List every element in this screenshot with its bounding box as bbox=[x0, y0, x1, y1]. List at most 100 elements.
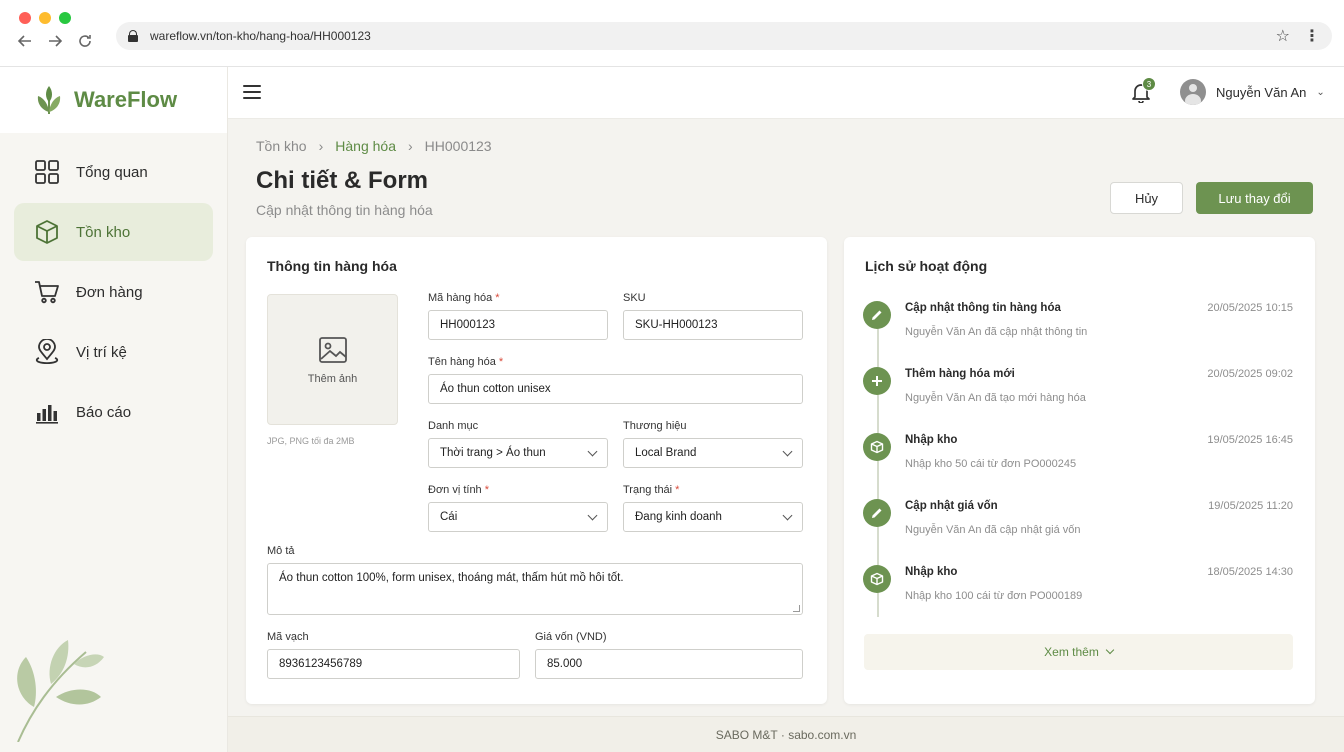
brand-label: Thương hiệu bbox=[623, 420, 687, 432]
leaf-decoration-icon bbox=[17, 640, 104, 742]
url-text[interactable]: wareflow.vn/ton-kho/hang-hoa/HH000123 bbox=[150, 29, 1276, 43]
chevron-down-icon bbox=[587, 446, 598, 456]
description-label: Mô tả bbox=[267, 545, 295, 557]
user-name: Nguyễn Văn An bbox=[1216, 84, 1307, 100]
history-item-title: Nhập kho bbox=[905, 566, 958, 578]
history-item-sub: Nguyễn Văn An đã cập nhật thông tin bbox=[905, 326, 1088, 338]
chevron-down-icon bbox=[782, 446, 793, 456]
box-icon bbox=[36, 220, 58, 244]
user-menu[interactable]: Nguyễn Văn An ⌄ bbox=[1180, 79, 1325, 105]
description-textarea[interactable]: Áo thun cotton 100%, form unisex, thoáng… bbox=[267, 563, 803, 615]
reload-icon[interactable] bbox=[74, 30, 96, 52]
unit-select[interactable]: Cái bbox=[428, 502, 608, 532]
barcode-label: Mã vạch bbox=[267, 631, 309, 643]
image-upload-dropzone[interactable]: Thêm ảnh bbox=[267, 294, 398, 425]
breadcrumb-item[interactable]: Tồn kho bbox=[256, 138, 307, 154]
cart-icon bbox=[35, 281, 59, 304]
sidebar-item-label: Đơn hàng bbox=[76, 283, 143, 301]
category-select[interactable]: Thời trang > Áo thun bbox=[428, 438, 608, 468]
footer: SABO M&T · sabo.com.vn bbox=[228, 716, 1344, 752]
forward-icon[interactable] bbox=[44, 30, 66, 52]
top-header: 3 Nguyễn Văn An ⌄ bbox=[228, 67, 1344, 119]
history-item-time: 19/05/2025 11:20 bbox=[1208, 500, 1293, 512]
history-item: Nhập kho Nhập kho 50 cái từ đơn PO000245… bbox=[863, 433, 1293, 483]
card-title: Lịch sử hoạt động bbox=[865, 258, 988, 274]
name-input[interactable]: Áo thun cotton unisex bbox=[428, 374, 803, 404]
sidebar-item-label: Tồn kho bbox=[76, 223, 131, 241]
category-label: Danh mục bbox=[428, 420, 479, 432]
history-item-title: Cập nhật thông tin hàng hóa bbox=[905, 302, 1061, 314]
view-more-label: Xem thêm bbox=[1044, 645, 1099, 659]
sidebar-item-inventory[interactable]: Tồn kho bbox=[14, 203, 213, 261]
maximize-window-button[interactable] bbox=[59, 12, 71, 24]
unit-label: Đơn vị tính * bbox=[428, 484, 489, 496]
history-item-sub: Nhập kho 50 cái từ đơn PO000245 bbox=[905, 458, 1077, 470]
browser-nav bbox=[14, 30, 96, 52]
history-item-sub: Nhập kho 100 cái từ đơn PO000189 bbox=[905, 590, 1083, 602]
image-upload-label: Thêm ảnh bbox=[307, 372, 358, 385]
save-button[interactable]: Lưu thay đổi bbox=[1196, 182, 1313, 214]
history-item: Cập nhật giá vốn Nguyễn Văn An đã cập nh… bbox=[863, 499, 1293, 549]
notification-badge: 3 bbox=[1142, 77, 1156, 91]
history-item: Nhập kho Nhập kho 100 cái từ đơn PO00018… bbox=[863, 565, 1293, 615]
sidebar-item-overview[interactable]: Tổng quan bbox=[14, 143, 213, 201]
code-label: Mã hàng hóa * bbox=[428, 292, 500, 304]
chevron-down-icon bbox=[587, 510, 598, 520]
minimize-window-button[interactable] bbox=[39, 12, 51, 24]
window-controls bbox=[19, 12, 71, 24]
sidebar-item-label: Tổng quan bbox=[76, 163, 148, 181]
grid-icon bbox=[35, 160, 59, 184]
breadcrumb: Tồn kho › Hàng hóa › HH000123 bbox=[256, 138, 492, 154]
sidebar-item-shelf-location[interactable]: Vị trí kệ bbox=[14, 323, 213, 381]
leaf-logo-icon bbox=[37, 86, 61, 114]
chevron-right-icon: › bbox=[318, 138, 324, 154]
sidebar-menu: Tổng quan Tồn kho Đơn hàng Vị trí kệ Báo… bbox=[0, 133, 227, 453]
plus-icon bbox=[863, 367, 891, 395]
sidebar-item-reports[interactable]: Báo cáo bbox=[14, 383, 213, 441]
history-item-time: 20/05/2025 09:02 bbox=[1207, 368, 1293, 380]
resize-handle[interactable] bbox=[793, 605, 800, 612]
activity-history-card: Lịch sử hoạt động Cập nhật thông tin hàn… bbox=[844, 237, 1315, 704]
hamburger-menu-icon[interactable] bbox=[243, 85, 261, 99]
brand-name: WareFlow bbox=[74, 87, 178, 112]
history-item-sub: Nguyễn Văn An đã tạo mới hàng hóa bbox=[905, 392, 1086, 404]
product-info-card: Thông tin hàng hóa Thêm ảnh JPG, PNG tối… bbox=[246, 237, 827, 704]
view-more-button[interactable]: Xem thêm bbox=[864, 634, 1293, 670]
brand[interactable]: WareFlow bbox=[0, 67, 227, 133]
chevron-down-icon bbox=[1105, 645, 1115, 655]
box-icon bbox=[863, 565, 891, 593]
lock-icon bbox=[128, 30, 138, 42]
history-item-title: Nhập kho bbox=[905, 434, 958, 446]
pencil-icon bbox=[863, 499, 891, 527]
sidebar-item-orders[interactable]: Đơn hàng bbox=[14, 263, 213, 321]
address-bar[interactable]: wareflow.vn/ton-kho/hang-hoa/HH000123 ☆ … bbox=[116, 22, 1332, 50]
browser-chrome: wareflow.vn/ton-kho/hang-hoa/HH000123 ☆ … bbox=[0, 0, 1344, 67]
history-item: Cập nhật thông tin hàng hóa Nguyễn Văn A… bbox=[863, 301, 1293, 351]
cancel-button[interactable]: Hủy bbox=[1110, 182, 1183, 214]
sidebar-item-label: Vị trí kệ bbox=[76, 343, 127, 361]
history-item-time: 19/05/2025 16:45 bbox=[1207, 434, 1293, 446]
star-icon[interactable]: ☆ bbox=[1276, 26, 1290, 46]
cost-label: Giá vốn (VND) bbox=[535, 631, 607, 643]
history-item-title: Cập nhật giá vốn bbox=[905, 500, 998, 512]
status-label: Trạng thái * bbox=[623, 484, 680, 496]
name-label: Tên hàng hóa * bbox=[428, 356, 504, 368]
code-input[interactable]: HH000123 bbox=[428, 310, 608, 340]
history-item: Thêm hàng hóa mới Nguyễn Văn An đã tạo m… bbox=[863, 367, 1293, 417]
card-title: Thông tin hàng hóa bbox=[267, 258, 397, 274]
close-window-button[interactable] bbox=[19, 12, 31, 24]
sidebar-item-label: Báo cáo bbox=[76, 403, 132, 421]
barcode-input[interactable]: 8936123456789 bbox=[267, 649, 520, 679]
pencil-icon bbox=[863, 301, 891, 329]
brand-select[interactable]: Local Brand bbox=[623, 438, 803, 468]
cost-input[interactable]: 85.000 bbox=[535, 649, 803, 679]
location-pin-icon bbox=[35, 339, 59, 365]
back-icon[interactable] bbox=[14, 30, 36, 52]
breadcrumb-item[interactable]: Hàng hóa bbox=[335, 138, 396, 154]
image-upload-hint: JPG, PNG tối đa 2MB bbox=[267, 436, 355, 446]
sku-input[interactable]: SKU-HH000123 bbox=[623, 310, 803, 340]
image-icon bbox=[318, 336, 347, 363]
kebab-icon[interactable]: ⋮ bbox=[1304, 26, 1320, 46]
breadcrumb-current: HH000123 bbox=[424, 138, 492, 154]
status-select[interactable]: Đang kinh doanh bbox=[623, 502, 803, 532]
